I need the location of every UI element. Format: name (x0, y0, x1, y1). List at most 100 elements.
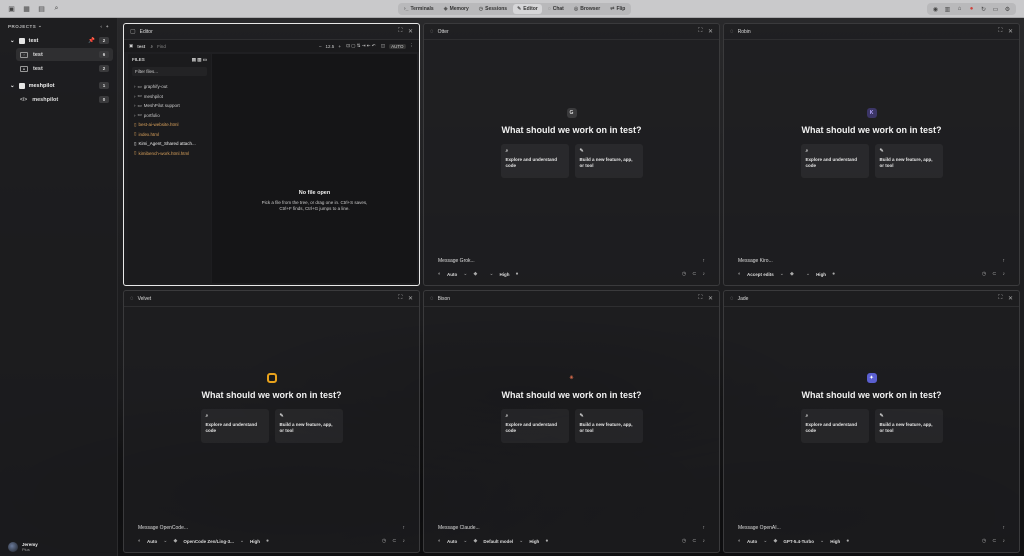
effort-select[interactable]: High (830, 539, 840, 544)
notification-icon[interactable]: ● (967, 5, 976, 14)
maximize-icon[interactable]: ⛶ (398, 295, 402, 302)
close-icon[interactable]: ✕ (706, 295, 713, 302)
mode-select[interactable]: Auto (747, 539, 757, 544)
mic-icon[interactable]: ♪ (703, 538, 706, 544)
mic-icon[interactable]: ♪ (1003, 271, 1006, 277)
settings-icon[interactable]: ⚙ (1003, 5, 1012, 14)
mode-select[interactable]: Auto (147, 539, 157, 544)
tab-sessions[interactable]: ◷ Sessions (475, 4, 511, 14)
maximize-icon[interactable]: ⛶ (698, 295, 702, 302)
attach-icon[interactable]: ⊂ (392, 538, 396, 544)
history-icon[interactable]: ◷ (382, 538, 386, 544)
message-input[interactable]: Message Grok... (438, 258, 475, 264)
build-card[interactable]: ✎ Build a new feature, app, or tool (574, 144, 643, 178)
project-test[interactable]: ⌄ test 📌 2 (0, 34, 117, 47)
message-input[interactable]: Message OpenCode... (138, 525, 188, 531)
maximize-icon[interactable]: ⛶ (398, 28, 402, 35)
file-tree-item[interactable]: ▯ index.html (128, 130, 211, 140)
close-icon[interactable]: ✕ (1006, 28, 1013, 35)
refresh-icon[interactable]: ▭ (203, 57, 207, 63)
refresh-icon[interactable]: ↻ (979, 5, 988, 14)
send-icon[interactable]: ↑ (703, 525, 706, 531)
history-icon[interactable]: ◷ (682, 271, 686, 277)
home-icon[interactable]: ⌂ (955, 5, 964, 14)
effort-select[interactable]: High (250, 539, 260, 544)
model-select[interactable]: OpenCode Zen/Ling-3... (183, 539, 234, 544)
mode-select[interactable]: Accept edits (747, 272, 774, 277)
effort-select[interactable]: High (529, 539, 539, 544)
filter-files-input[interactable]: Filter files... (132, 67, 207, 76)
sidebar-item-test[interactable]: › test 6 (16, 48, 113, 61)
tab-editor[interactable]: ✎ Editor (513, 4, 542, 14)
tab-terminals[interactable]: ›_ Terminals (400, 4, 438, 14)
layout-icon[interactable]: ▤ (36, 3, 47, 14)
history-icon[interactable]: ◷ (982, 538, 986, 544)
close-icon[interactable]: ✕ (406, 28, 413, 35)
file-tree-item[interactable]: › ▭ portfolio (128, 111, 211, 121)
model-select[interactable]: Default model (483, 539, 513, 544)
tab-chat[interactable]: ◌ Chat (544, 4, 568, 14)
maximize-icon[interactable]: ⛶ (698, 28, 702, 35)
message-input[interactable]: Message Claude... (438, 525, 480, 531)
history-icon[interactable]: ◷ (682, 538, 686, 544)
file-tree-item[interactable]: ▯ best-ai-website.html (128, 120, 211, 130)
file-tree-item[interactable]: ▯ Kimi_Agent_Shared attach... (128, 139, 211, 149)
maximize-icon[interactable]: ⛶ (998, 28, 1002, 35)
sidebar-item-meshpilot[interactable]: </> meshpilot 0 (16, 93, 113, 106)
more-icon[interactable]: ⋮ (410, 43, 415, 49)
sidebar-toggle-icon[interactable]: ▣ (6, 3, 17, 14)
attach-icon[interactable]: ⊂ (692, 538, 696, 544)
file-tree-item[interactable]: › ▭ MeshPilot support (128, 101, 211, 111)
maximize-icon[interactable]: ⛶ (998, 295, 1002, 302)
add-project-icon[interactable]: + (106, 24, 109, 29)
font-increase-button[interactable]: + (338, 44, 341, 49)
mic-icon[interactable]: ♪ (703, 271, 706, 277)
message-input[interactable]: Message OpenAI... (738, 525, 781, 531)
find-input[interactable]: Find (157, 44, 166, 49)
send-icon[interactable]: ↑ (1003, 525, 1006, 531)
build-card[interactable]: ✎ Build a new feature, app, or tool (874, 144, 943, 178)
pin-icon[interactable]: 📌 (88, 38, 95, 44)
mode-select[interactable]: Auto (447, 539, 457, 544)
chart-icon[interactable]: ▥ (943, 5, 952, 14)
projects-header[interactable]: PROJECTS ⌄ ‹ + (0, 18, 117, 34)
send-icon[interactable]: ↑ (403, 525, 406, 531)
attach-icon[interactable]: ⊂ (692, 271, 696, 277)
mic-icon[interactable]: ♪ (1003, 538, 1006, 544)
build-card[interactable]: ✎ Build a new feature, app, or tool (574, 409, 643, 443)
grid-icon[interactable]: ▦ (21, 3, 32, 14)
file-tree-item[interactable]: ▯ kimibench-work.html.html (128, 149, 211, 159)
explore-card[interactable]: ⌕ Explore and understand code (800, 144, 869, 178)
file-tree-item[interactable]: › ▭ graphify-out (128, 82, 211, 92)
sidebar-item-test[interactable]: ▲ test 2 (16, 62, 113, 75)
font-decrease-button[interactable]: – (319, 44, 322, 49)
history-icon[interactable]: ◷ (982, 271, 986, 277)
wrap-icon[interactable]: ⊡ ▢ ⇅ ⇥ ⇤ ↶ (345, 43, 375, 49)
mode-select[interactable]: Auto (447, 272, 457, 277)
user-profile[interactable]: Jeremy Plus (8, 542, 38, 552)
files-toggle-icon[interactable]: ▣ (129, 43, 133, 49)
explore-card[interactable]: ⌕ Explore and understand code (500, 144, 569, 178)
split-icon[interactable]: ◫ (380, 43, 385, 49)
explore-card[interactable]: ⌕ Explore and understand code (200, 409, 269, 443)
file-tree-item[interactable]: › ▭ meshpilot (128, 92, 211, 102)
explore-card[interactable]: ⌕ Explore and understand code (500, 409, 569, 443)
globe-icon[interactable]: ◉ (931, 5, 940, 14)
close-icon[interactable]: ✕ (406, 295, 413, 302)
message-input[interactable]: Message Kiro... (738, 258, 773, 264)
send-icon[interactable]: ↑ (703, 258, 706, 264)
effort-select[interactable]: High (500, 272, 510, 277)
search-icon[interactable]: ⌕ (51, 3, 62, 14)
mic-icon[interactable]: ♪ (403, 538, 406, 544)
project-meshpilot[interactable]: ⌄ meshpilot 1 (0, 79, 117, 92)
build-card[interactable]: ✎ Build a new feature, app, or tool (874, 409, 943, 443)
attach-icon[interactable]: ⊂ (992, 538, 996, 544)
monitor-icon[interactable]: ▭ (991, 5, 1000, 14)
attach-icon[interactable]: ⊂ (992, 271, 996, 277)
close-icon[interactable]: ✕ (706, 28, 713, 35)
build-card[interactable]: ✎ Build a new feature, app, or tool (274, 409, 343, 443)
close-icon[interactable]: ✕ (1006, 295, 1013, 302)
explore-card[interactable]: ⌕ Explore and understand code (800, 409, 869, 443)
send-icon[interactable]: ↑ (1003, 258, 1006, 264)
effort-select[interactable]: High (816, 272, 826, 277)
